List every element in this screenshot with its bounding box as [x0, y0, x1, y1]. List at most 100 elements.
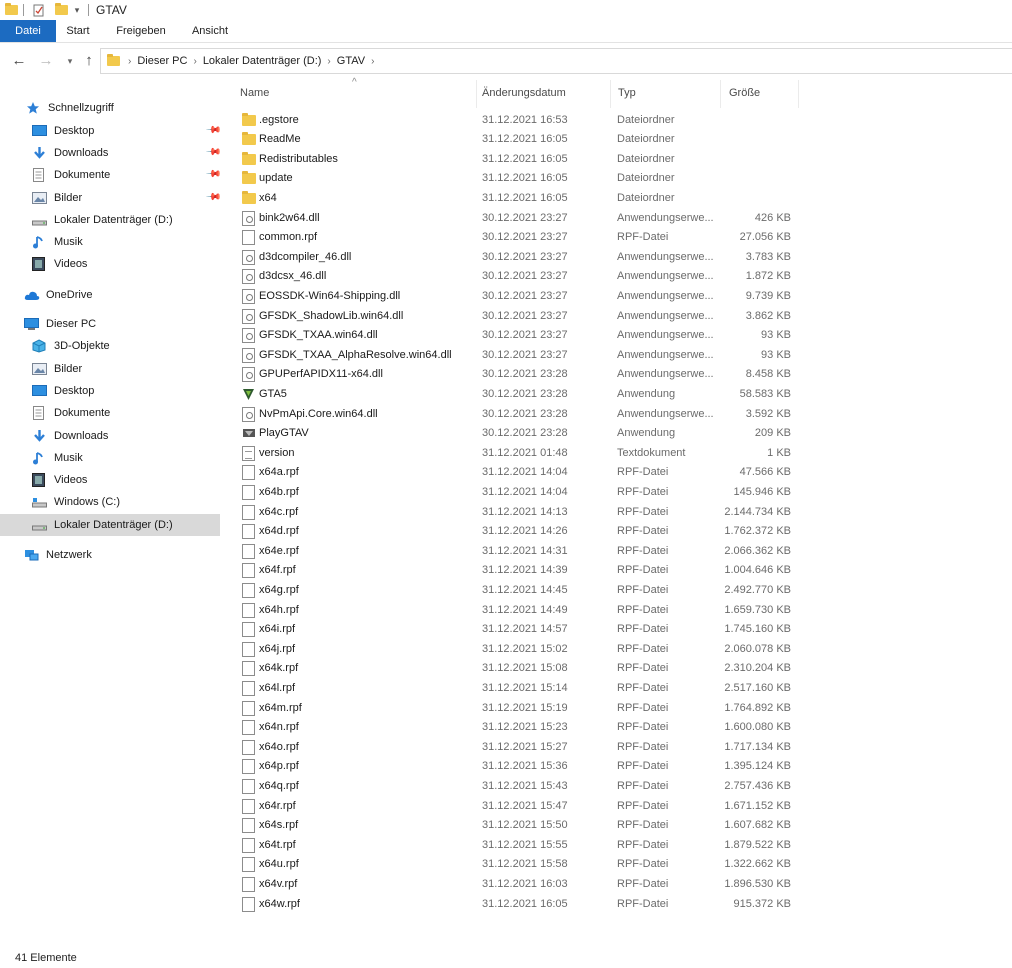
cell-name: EOSSDK-Win64-Shipping.dll	[259, 289, 401, 302]
cell-name: x64e.rpf	[259, 544, 299, 557]
properties-icon[interactable]	[32, 2, 46, 18]
cell-name: x64j.rpf	[259, 642, 296, 655]
sidebar-item-downloads-pc[interactable]: Downloads	[32, 425, 252, 447]
address-bar[interactable]: › Dieser PC › Lokaler Datenträger (D:) ›…	[100, 48, 1012, 74]
table-row[interactable]: x64r.rpf 31.12.2021 15:47 RPF-Datei 1.671.1…	[224, 797, 804, 817]
cell-date: 31.12.2021 14:04	[482, 485, 568, 498]
table-row[interactable]: x64w.rpf 31.12.2021 16:05 RPF-Datei 915.372…	[224, 895, 804, 915]
sidebar-item-netzwerk[interactable]: Netzwerk	[24, 544, 244, 566]
cell-date: 30.12.2021 23:27	[482, 348, 568, 361]
cell-type: Dateiordner	[617, 172, 675, 185]
column-divider[interactable]	[720, 80, 721, 108]
cell-size: 2.310.204 KB	[724, 662, 791, 675]
cell-name: x64m.rpf	[259, 701, 302, 714]
table-row[interactable]: x64j.rpf 31.12.2021 15:02 RPF-Datei 2.060.0…	[224, 640, 804, 660]
column-divider[interactable]	[476, 80, 477, 108]
table-row[interactable]: x64 31.12.2021 16:05 Dateiordner	[224, 189, 804, 209]
table-row[interactable]: x64i.rpf 31.12.2021 14:57 RPF-Datei 1.745.1…	[224, 620, 804, 640]
sidebar-item-onedrive[interactable]: OneDrive	[24, 284, 244, 306]
table-row[interactable]: x64o.rpf 31.12.2021 15:27 RPF-Datei 1.717.1…	[224, 738, 804, 758]
breadcrumb-dieser-pc[interactable]: Dieser PC	[137, 55, 187, 67]
sidebar-item-dieser-pc[interactable]: Dieser PC	[24, 313, 244, 335]
table-row[interactable]: ReadMe 31.12.2021 16:05 Dateiordner	[224, 130, 804, 150]
table-row[interactable]: x64s.rpf 31.12.2021 15:50 RPF-Datei 1.607.6…	[224, 816, 804, 836]
table-row[interactable]: GFSDK_TXAA.win64.dll 30.12.2021 23:27 Anwe…	[224, 326, 804, 346]
cell-name: common.rpf	[259, 231, 318, 244]
table-row[interactable]: x64n.rpf 31.12.2021 15:23 RPF-Datei 1.600.0…	[224, 718, 804, 738]
table-row[interactable]: x64d.rpf 31.12.2021 14:26 RPF-Datei 1.762.3…	[224, 522, 804, 542]
file-icon	[242, 661, 255, 677]
chevron-right-icon: ›	[128, 55, 132, 67]
window-title: GTAV	[96, 3, 127, 17]
table-row[interactable]: x64f.rpf 31.12.2021 14:39 RPF-Datei 1.004.6…	[224, 561, 804, 581]
column-headers: ^ Name Änderungsdatum Typ Größe	[224, 77, 804, 108]
sidebar-item-label: Bilder	[54, 192, 83, 204]
table-row[interactable]: .egstore 31.12.2021 16:53 Dateiordner	[224, 111, 804, 131]
sidebar-item-videos[interactable]: Videos	[32, 253, 252, 275]
sidebar-item-dokumente-pc[interactable]: Dokumente	[32, 402, 252, 424]
table-row[interactable]: GTA5 30.12.2021 23:28 Anwendung 58.583 KB	[224, 385, 804, 405]
column-header-type[interactable]: Typ	[618, 87, 636, 99]
table-row[interactable]: GFSDK_TXAA_AlphaResolve.win64.dll 30.12.2…	[224, 346, 804, 366]
table-row[interactable]: x64m.rpf 31.12.2021 15:19 RPF-Datei 1.764.8…	[224, 699, 804, 719]
column-header-size[interactable]: Größe	[729, 87, 760, 99]
table-row[interactable]: GPUPerfAPIDX11-x64.dll 30.12.2021 23:28 An…	[224, 365, 804, 385]
tab-ansicht[interactable]: Ansicht	[182, 20, 238, 42]
table-row[interactable]: x64b.rpf 31.12.2021 14:04 RPF-Datei 145.946…	[224, 483, 804, 503]
sidebar-item-videos-pc[interactable]: Videos	[32, 469, 252, 491]
forward-button[interactable]: →	[37, 52, 55, 70]
sidebar-item-schnellzugriff[interactable]: Schnellzugriff	[26, 97, 246, 119]
table-row[interactable]: x64p.rpf 31.12.2021 15:36 RPF-Datei 1.395.1…	[224, 757, 804, 777]
breadcrumb-gtav[interactable]: GTAV	[337, 55, 365, 67]
table-row[interactable]: x64g.rpf 31.12.2021 14:45 RPF-Datei 2.492.7…	[224, 581, 804, 601]
column-divider[interactable]	[610, 80, 611, 108]
table-row[interactable]: d3dcsx_46.dll 30.12.2021 23:27 Anwendungse…	[224, 267, 804, 287]
sidebar-item-musik[interactable]: Musik	[32, 231, 252, 253]
table-row[interactable]: d3dcompiler_46.dll 30.12.2021 23:27 Anwend…	[224, 248, 804, 268]
cell-size: 3.862 KB	[745, 309, 791, 322]
recent-locations-chevron-icon[interactable]: ▾	[61, 52, 79, 70]
breadcrumb-drive-d[interactable]: Lokaler Datenträger (D:)	[203, 55, 322, 67]
customize-qa-chevron-icon[interactable]: ▾	[72, 2, 82, 18]
tab-datei[interactable]: Datei	[0, 20, 56, 42]
sidebar-item-label: Dokumente	[54, 169, 111, 181]
new-folder-icon[interactable]	[54, 2, 68, 18]
table-row[interactable]: bink2w64.dll 30.12.2021 23:27 Anwendungser…	[224, 209, 804, 229]
table-row[interactable]: GFSDK_ShadowLib.win64.dll 30.12.2021 23:2…	[224, 307, 804, 327]
sidebar-item-desktop-pc[interactable]: Desktop	[32, 380, 252, 402]
cell-date: 31.12.2021 01:48	[482, 446, 568, 459]
table-row[interactable]: x64h.rpf 31.12.2021 14:49 RPF-Datei 1.659.7…	[224, 601, 804, 621]
table-row[interactable]: x64e.rpf 31.12.2021 14:31 RPF-Datei 2.066.3…	[224, 542, 804, 562]
table-row[interactable]: x64a.rpf 31.12.2021 14:04 RPF-Datei 47.566 …	[224, 463, 804, 483]
table-row[interactable]: Redistributables 31.12.2021 16:05 Dateiord…	[224, 150, 804, 170]
table-row[interactable]: x64q.rpf 31.12.2021 15:43 RPF-Datei 2.757.4…	[224, 777, 804, 797]
column-header-date[interactable]: Änderungsdatum	[482, 87, 566, 99]
column-divider[interactable]	[798, 80, 799, 108]
table-row[interactable]: x64v.rpf 31.12.2021 16:03 RPF-Datei 1.896.5…	[224, 875, 804, 895]
tab-freigeben[interactable]: Freigeben	[110, 20, 172, 42]
sidebar-item-3d-objekte[interactable]: 3D-Objekte	[32, 335, 252, 357]
table-row[interactable]: x64l.rpf 31.12.2021 15:14 RPF-Datei 2.517.1…	[224, 679, 804, 699]
table-row[interactable]: NvPmApi.Core.win64.dll 30.12.2021 23:28 An…	[224, 405, 804, 425]
cell-date: 31.12.2021 15:27	[482, 740, 568, 753]
column-header-name[interactable]: Name	[240, 87, 269, 99]
sidebar-item-bilder-pc[interactable]: Bilder	[32, 358, 252, 380]
table-row[interactable]: version 31.12.2021 01:48 Textdokument 1 KB	[224, 444, 804, 464]
sidebar-item-musik-pc[interactable]: Musik	[32, 447, 252, 469]
cell-type: Dateiordner	[617, 152, 675, 165]
sidebar-item-drive-d[interactable]: Lokaler Datenträger (D:)	[0, 514, 220, 536]
table-row[interactable]: x64u.rpf 31.12.2021 15:58 RPF-Datei 1.322.6…	[224, 855, 804, 875]
sidebar-item-drive-d-quick[interactable]: Lokaler Datenträger (D:)	[32, 209, 252, 231]
table-row[interactable]: EOSSDK-Win64-Shipping.dll 30.12.2021 23:2…	[224, 287, 804, 307]
table-row[interactable]: PlayGTAV 30.12.2021 23:28 Anwendung 209 KB	[224, 424, 804, 444]
table-row[interactable]: x64c.rpf 31.12.2021 14:13 RPF-Datei 2.144.7…	[224, 503, 804, 523]
table-row[interactable]: x64t.rpf 31.12.2021 15:55 RPF-Datei 1.879.5…	[224, 836, 804, 856]
tab-start[interactable]: Start	[58, 20, 98, 42]
up-button[interactable]: ↑	[80, 52, 98, 70]
table-row[interactable]: x64k.rpf 31.12.2021 15:08 RPF-Datei 2.310.2…	[224, 659, 804, 679]
folder-icon	[242, 171, 256, 185]
table-row[interactable]: common.rpf 30.12.2021 23:27 RPF-Datei 27.05…	[224, 228, 804, 248]
sidebar-item-windows-c[interactable]: Windows (C:)	[32, 491, 252, 513]
table-row[interactable]: update 31.12.2021 16:05 Dateiordner	[224, 169, 804, 189]
back-button[interactable]: ←	[10, 52, 28, 70]
